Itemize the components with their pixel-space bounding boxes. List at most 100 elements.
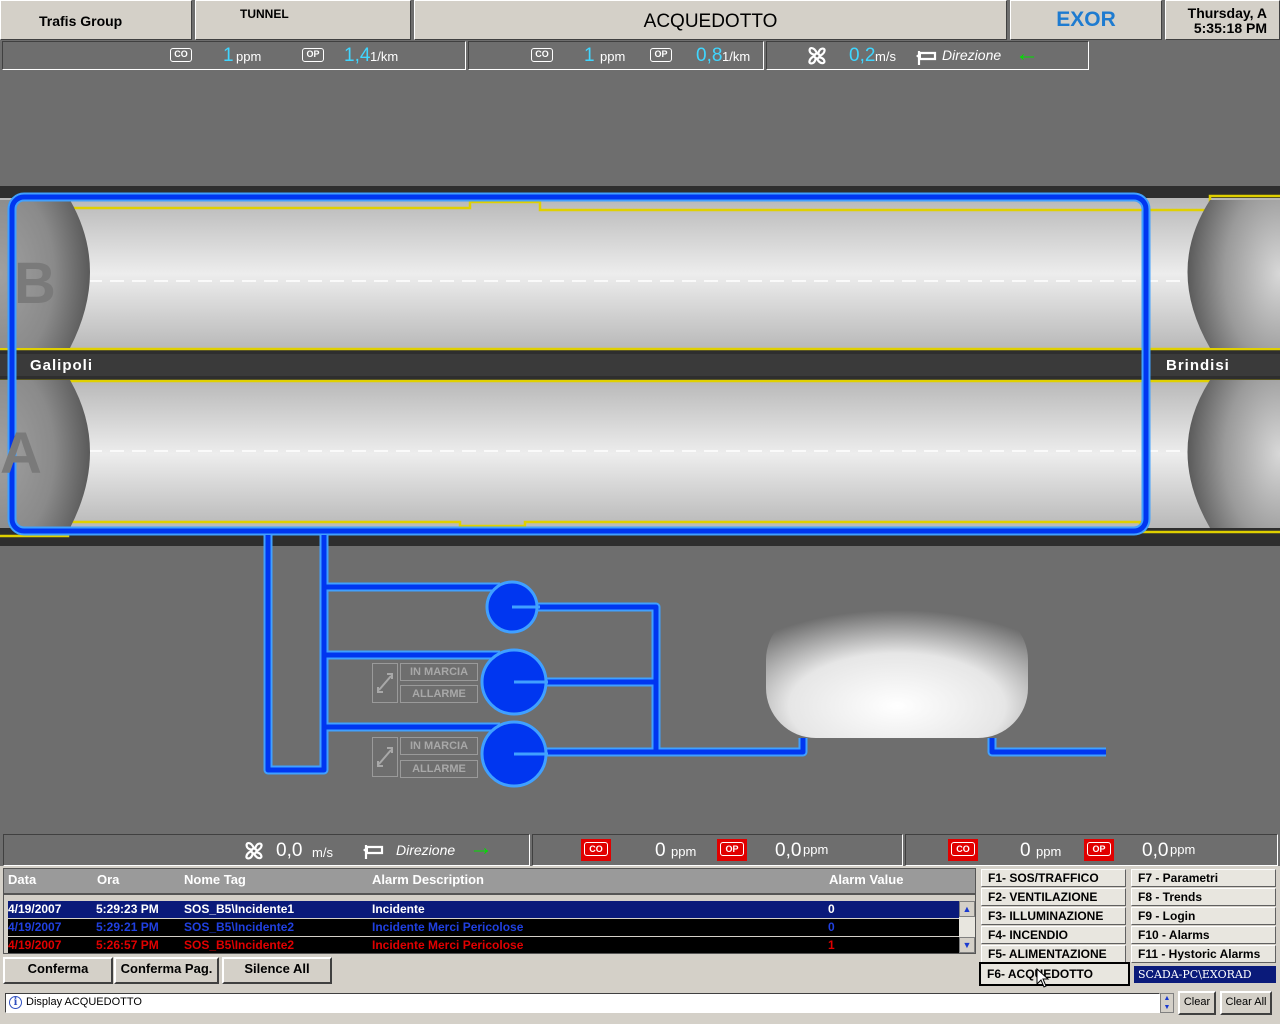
portal-a-east [1187, 380, 1280, 528]
brand-logo: EXOR [1056, 8, 1116, 31]
time-text: 5:35:18 PM [1193, 20, 1267, 36]
op-alarm-icon: OP [717, 839, 747, 861]
col-value[interactable]: Alarm Value [829, 872, 903, 887]
op-unit: 1/km [370, 49, 399, 64]
reservoir-tank [766, 610, 1028, 738]
wind-sock-icon [916, 51, 937, 65]
col-date[interactable]: Data [8, 872, 36, 887]
info-icon: i [9, 996, 22, 1009]
date-text: Thursday, A [1187, 5, 1267, 21]
brand-panel: EXOR [1010, 0, 1162, 40]
tube-a-road [0, 380, 1280, 528]
alarm-scrollbar[interactable]: ▲ ▼ [959, 901, 975, 953]
f9-login-button[interactable]: F9 - Login [1131, 907, 1276, 925]
silence-all-button[interactable]: Silence All [222, 957, 332, 984]
co-icon: CO [531, 48, 553, 62]
op-icon: OP [650, 48, 672, 62]
direction-arrow-icon: → [469, 834, 493, 861]
sensor-group-top-1: CO 1 ppm OP 1,4 1/km [2, 41, 466, 70]
scroll-down-icon[interactable]: ▼ [959, 937, 975, 953]
pump-3-switch-icon[interactable] [372, 737, 398, 777]
f6-acquedotto-button[interactable]: F6- ACQUEDOTTO [979, 962, 1130, 986]
status-spin-icon[interactable]: ▲ ▼ [1160, 993, 1174, 1013]
wind-speed-unit: m/s [875, 49, 896, 64]
confirm-button[interactable]: Conferma [3, 957, 113, 984]
op-alarm-icon: OP [1084, 839, 1114, 861]
section-panel: TUNNEL [195, 0, 411, 40]
op-value: 0,0 [775, 840, 802, 861]
fan-icon [245, 841, 263, 860]
co-value: 1 [584, 45, 595, 66]
f10-alarms-button[interactable]: F10 - Alarms [1131, 926, 1276, 944]
f5-alimentazione-button[interactable]: F5- ALIMENTAZIONE [981, 945, 1126, 963]
company-panel: Trafis Group [0, 0, 192, 40]
alarm-table-header: Data Ora Nome Tag Alarm Description Alar… [3, 868, 976, 894]
tunnel-diagram [0, 186, 1280, 546]
co-value: 0 [655, 840, 666, 861]
tube-b-road [0, 198, 1280, 350]
status-message: Display ACQUEDOTTO [26, 996, 142, 1008]
f4-incendio-button[interactable]: F4- INCENDIO [981, 926, 1126, 944]
fan-icon [808, 46, 826, 65]
col-time[interactable]: Ora [97, 872, 119, 887]
co-value: 1 [223, 45, 234, 66]
op-value: 0,8 [696, 45, 723, 66]
f2-ventilazione-button[interactable]: F2- VENTILAZIONE [981, 888, 1126, 906]
f1-sos-traffico-button[interactable]: F1- SOS/TRAFFICO [981, 869, 1126, 887]
f11-historic-alarms-button[interactable]: F11 - Hystoric Alarms [1131, 945, 1276, 963]
co-unit: ppm [600, 49, 626, 64]
direction-arrow-icon: ← [1015, 40, 1039, 67]
col-description[interactable]: Alarm Description [372, 872, 484, 887]
table-row[interactable]: 4/19/2007 5:29:21 PM SOS_B5\Incidente2 I… [8, 919, 962, 936]
col-tag[interactable]: Nome Tag [184, 872, 246, 887]
op-icon: OP [302, 48, 324, 62]
pump-2-switch-icon[interactable] [372, 663, 398, 703]
wind-speed-unit: m/s [312, 845, 333, 860]
direction-label: Direzione [396, 842, 456, 858]
table-row[interactable]: 4/19/2007 5:26:57 PM SOS_B5\Incidente2 I… [8, 937, 962, 953]
co-icon: CO [170, 48, 192, 62]
co-unit: ppm [236, 49, 262, 64]
op-unit: ppm [803, 842, 829, 857]
wind-speed-value: 0,2 [849, 45, 876, 66]
op-value: 0,0 [1142, 840, 1169, 861]
east-portal-label: Brindisi [1166, 357, 1230, 374]
clear-all-button[interactable]: Clear All [1220, 991, 1272, 1015]
pump-3 [480, 720, 548, 788]
portal-b-east [1187, 200, 1280, 348]
status-message-box: i Display ACQUEDOTTO [5, 993, 1160, 1013]
tube-b-label: B [14, 251, 56, 316]
clock-panel: Thursday, A 5:35:18 PM [1165, 0, 1280, 40]
sensor-group-top-2: CO 1 ppm OP 0,8 1/km [468, 41, 764, 70]
pump-3-alarm-status: ALLARME [400, 760, 478, 778]
median-strip [0, 354, 1280, 376]
sensor-group-bottom-2: CO 0 ppm OP 0,0 ppm [905, 834, 1278, 866]
co-value: 0 [1020, 840, 1031, 861]
co-alarm-icon: CO [581, 839, 611, 861]
f8-trends-button[interactable]: F8 - Trends [1131, 888, 1276, 906]
direction-label: Direzione [942, 47, 1002, 63]
table-row[interactable]: 4/19/2007 5:29:23 PM SOS_B5\Incidente1 I… [8, 901, 962, 918]
f7-parametri-button[interactable]: F7 - Parametri [1131, 869, 1276, 887]
scroll-up-icon[interactable]: ▲ [959, 901, 975, 917]
wind-speed-value: 0,0 [276, 840, 303, 861]
co-alarm-icon: CO [948, 839, 978, 861]
op-unit: 1/km [722, 49, 751, 64]
alarm-table-body: 4/19/2007 5:29:23 PM SOS_B5\Incidente1 I… [3, 894, 976, 954]
op-value: 1,4 [344, 45, 371, 66]
page-title: ACQUEDOTTO [643, 11, 778, 32]
west-portal-label: Galipoli [30, 357, 94, 374]
pump-2-alarm-status: ALLARME [400, 685, 478, 703]
pump-3-run-status: IN MARCIA [400, 737, 478, 755]
company-name: Trafis Group [39, 13, 123, 29]
clear-button[interactable]: Clear [1178, 991, 1216, 1015]
section-label: TUNNEL [240, 7, 289, 21]
wind-sock-icon [363, 845, 384, 859]
pump-2-run-status: IN MARCIA [400, 663, 478, 681]
wind-group-top: 0,2 m/s Direzione ← [766, 40, 1089, 70]
logged-user: SCADA-PC\EXORAD [1134, 966, 1276, 983]
confirm-page-button[interactable]: Conferma Pag. [114, 957, 219, 984]
f3-illuminazione-button[interactable]: F3- ILLUMINAZIONE [981, 907, 1126, 925]
tube-a-label: A [0, 421, 42, 486]
pump-1 [485, 580, 540, 634]
